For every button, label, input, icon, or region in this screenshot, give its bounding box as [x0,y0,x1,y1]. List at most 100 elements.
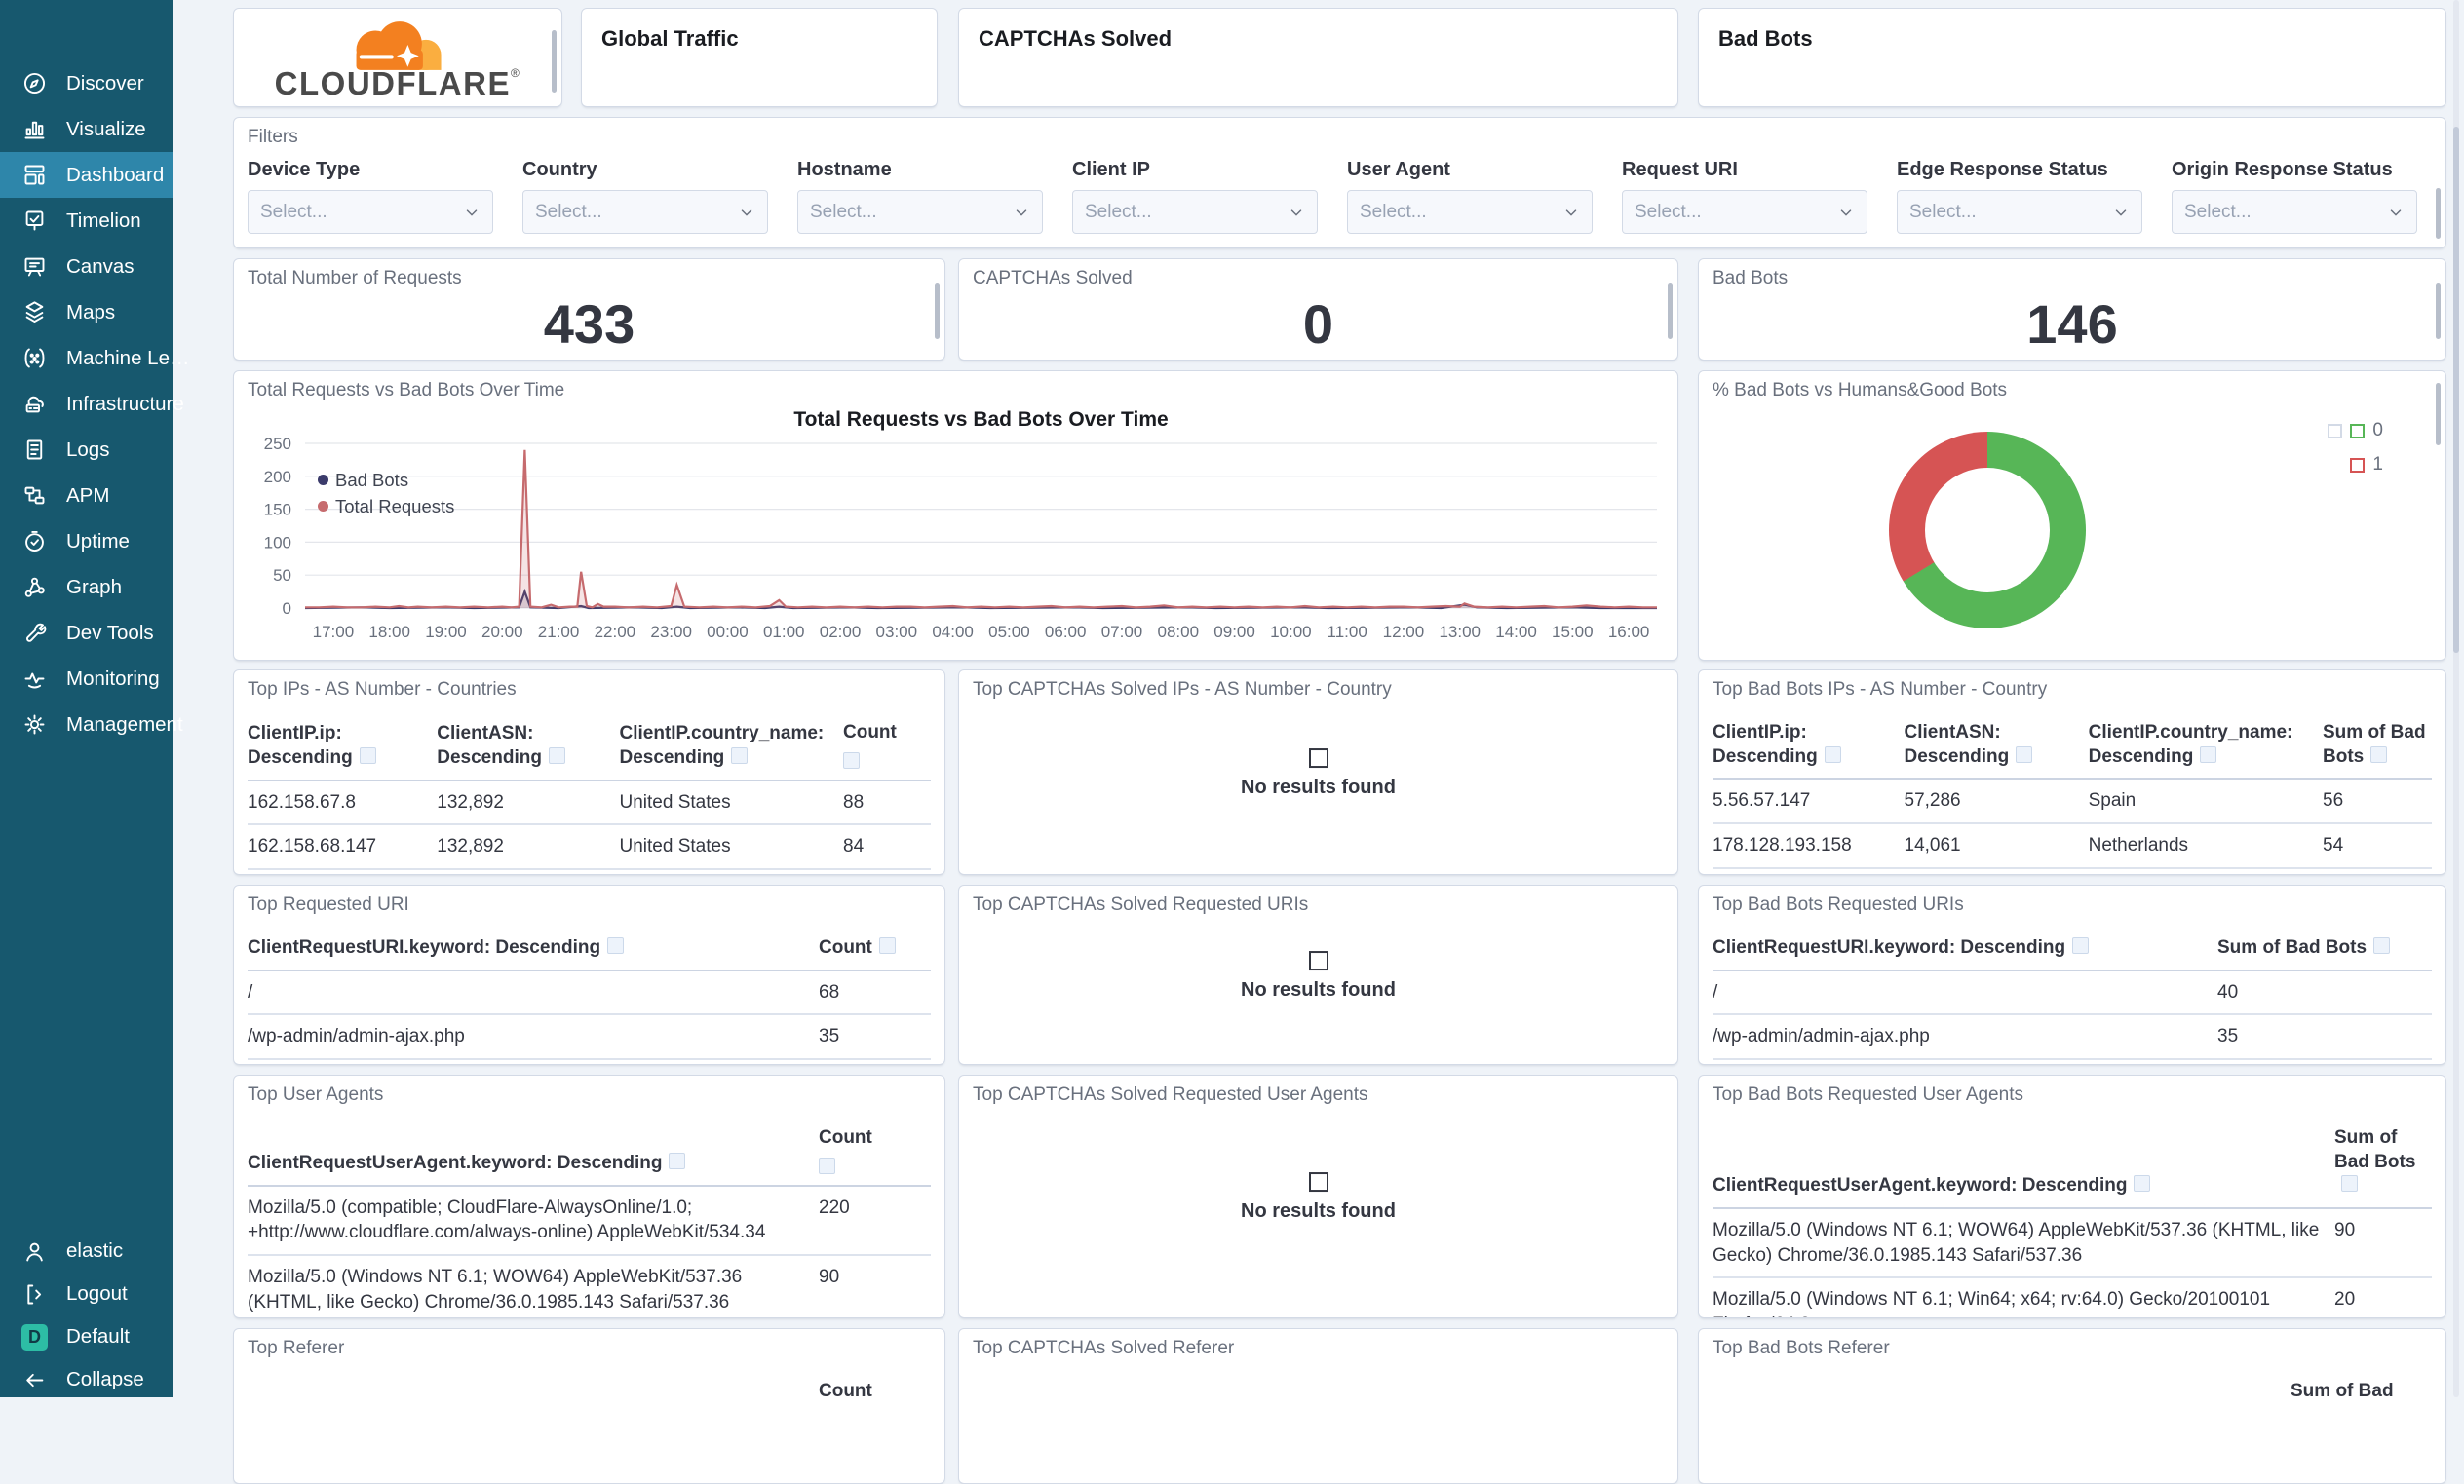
column-header-clientasn-descending[interactable]: ClientASN: Descending [1905,721,2077,769]
sidebar-item-dev-tools[interactable]: Dev Tools [0,610,173,656]
sidebar-item-uptime[interactable]: Uptime [0,518,173,564]
column-header-clientip-country-name-descending[interactable]: ClientIP.country_name: Descending [620,722,832,770]
table-cell: Mozilla/5.0 (compatible; CloudFlare-Alwa… [248,1197,766,1243]
legend-item-total-requests[interactable]: Total Requests [318,493,454,519]
column-header-count[interactable]: Count [819,1380,931,1404]
svg-text:17:00: 17:00 [313,623,355,641]
column-header-count[interactable]: Count [819,1126,931,1176]
filter-select-edge-response-status[interactable]: Select... [1897,190,2142,234]
table-panel-title: Top CAPTCHAs Solved Requested User Agent… [973,1084,1368,1105]
filter-select-device-type[interactable]: Select... [248,190,493,234]
sidebar-item-label: Machine Le… [66,346,190,369]
legend-swatch [2350,423,2366,438]
sidebar-item-graph[interactable]: Graph [0,564,173,610]
no-results-text: No results found [1241,978,1396,1001]
panel-top-referer: Top Referer Count [233,1328,945,1484]
column-header-sum-of-bad-bots[interactable]: Sum of Bad Bots [2323,721,2432,769]
legend-label: 0 [2372,420,2383,440]
panel-top-user-agents: Top User Agents ClientRequestUserAgent.ke… [233,1075,945,1318]
column-header-clientip-country-name-descending[interactable]: ClientIP.country_name: Descending [2089,721,2311,769]
column-header-count[interactable]: Count [819,936,931,961]
data-table: ClientRequestURI.keyword: Descending Coun… [248,932,931,1064]
select-placeholder: Select... [1909,201,1977,222]
column-header-clientrequestuseragent-keyword-descending[interactable]: ClientRequestUserAgent.keyword: Descendi… [1713,1174,2323,1199]
sidebar-item-monitoring[interactable]: Monitoring [0,656,173,702]
panel-scrollbar[interactable] [2436,283,2441,339]
filter-select-origin-response-status[interactable]: Select... [2172,190,2417,234]
column-header-count[interactable]: Count [843,721,931,771]
table-cell: 56 [2323,790,2344,812]
panel-cloudflare-logo: CLOUDFLARE® [233,8,562,107]
sidebar-item-visualize[interactable]: Visualize [0,106,173,152]
sidebar-footer-item-elastic[interactable]: elastic [0,1230,173,1273]
panel-captchas-header: CAPTCHAs Solved [958,8,1678,107]
sidebar-footer-item-default[interactable]: D Default [0,1315,173,1358]
table-cell: 162.158.67.8 [248,791,356,813]
panel-scrollbar[interactable] [2436,188,2441,239]
filter-label: Request URI [1622,159,1738,180]
metric-title: CAPTCHAs Solved [973,268,1133,288]
panel-scrollbar[interactable] [935,283,940,339]
filter-select-country[interactable]: Select... [522,190,768,234]
sidebar-item-discover[interactable]: Discover [0,60,173,106]
page-scrollbar-thumb[interactable] [2453,127,2459,653]
filter-label: Origin Response Status [2172,159,2393,180]
filters-panel-title: Filters [248,127,298,147]
sidebar-item-label: Visualize [66,117,146,140]
sidebar-item-dashboard[interactable]: Dashboard [0,152,173,198]
column-header-clientip-ip-descending[interactable]: ClientIP.ip: Descending [1713,721,1893,769]
logout-icon [27,1284,42,1304]
column-header-sum-of-bad[interactable]: Sum of Bad [2291,1380,2432,1404]
svg-text:22:00: 22:00 [595,623,636,641]
table-panel-title: Top CAPTCHAs Solved Referer [973,1338,1235,1358]
column-header-sum-of-bad-bots[interactable]: Sum of Bad Bots [2334,1126,2432,1199]
table-cell: 5.56.57.147 [1713,790,1811,812]
page-scrollbar[interactable] [2453,0,2459,1397]
pie-legend-item-0[interactable]: 0 [2328,420,2383,441]
data-table: Count [248,1376,931,1413]
chevron-down-icon [741,209,752,216]
data-table: ClientRequestUserAgent.keyword: Descendi… [248,1123,931,1317]
legend-extra-swatch [2328,423,2343,438]
column-header-sum-of-bad-bots[interactable]: Sum of Bad Bots [2217,936,2432,961]
svg-text:06:00: 06:00 [1045,623,1087,641]
pie-legend-item-1[interactable]: 1 [2350,454,2383,476]
sidebar-item-infrastructure[interactable]: Infrastructure [0,381,184,427]
logs-icon [26,439,43,460]
filter-select-user-agent[interactable]: Select... [1347,190,1593,234]
sidebar-item-machine-le[interactable]: Machine Le… [0,335,189,381]
sidebar-footer-item-collapse[interactable]: Collapse [0,1358,173,1401]
filter-select-request-uri[interactable]: Select... [1622,190,1867,234]
column-header-clientasn-descending[interactable]: ClientASN: Descending [437,722,607,770]
filter-select-client-ip[interactable]: Select... [1072,190,1318,234]
data-table: ClientIP.ip: Descending ClientASN: Descen… [1713,717,2432,874]
panel-scrollbar[interactable] [552,30,557,93]
sort-icon [1824,745,1841,763]
legend-item-bad-bots[interactable]: Bad Bots [318,467,454,493]
filter-select-hostname[interactable]: Select... [797,190,1043,234]
cloudflare-logo: CLOUDFLARE® [234,9,561,106]
sidebar-item-timelion[interactable]: Timelion [0,198,173,244]
column-header-clientrequesturi-keyword-descending[interactable]: ClientRequestURI.keyword: Descending [248,936,807,961]
table-row: / 68 [248,971,931,1016]
sidebar-item-logs[interactable]: Logs [0,427,173,473]
svg-text:14:00: 14:00 [1495,623,1537,641]
sidebar-item-canvas[interactable]: Canvas [0,244,173,289]
panel-scrollbar[interactable] [1668,283,1673,339]
sidebar-footer-item-logout[interactable]: Logout [0,1273,173,1315]
column-header-clientrequestuseragent-keyword-descending[interactable]: ClientRequestUserAgent.keyword: Descendi… [248,1152,807,1176]
registered-mark: ® [510,65,521,80]
column-header-clientrequesturi-keyword-descending[interactable]: ClientRequestURI.keyword: Descending [1713,936,2206,961]
sidebar-item-management[interactable]: Management [0,702,183,747]
svg-text:02:00: 02:00 [820,623,862,641]
chevron-down-icon [1290,209,1302,216]
captchas-title: CAPTCHAs Solved [979,26,1173,51]
column-header-clientip-ip-descending[interactable]: ClientIP.ip: Descending [248,722,425,770]
panel-requests-vs-badbots-chart: Total Requests vs Bad Bots Over Time Bad… [233,370,1678,661]
panel-scrollbar[interactable] [2436,383,2441,445]
table-row: /wp-admin/admin-post.php16 [248,1060,931,1064]
sidebar-item-apm[interactable]: APM [0,473,173,518]
sidebar-item-maps[interactable]: Maps [0,289,173,335]
table-cell: 84 [843,836,865,857]
table-header-row: Sum of Bad [1713,1376,2432,1413]
